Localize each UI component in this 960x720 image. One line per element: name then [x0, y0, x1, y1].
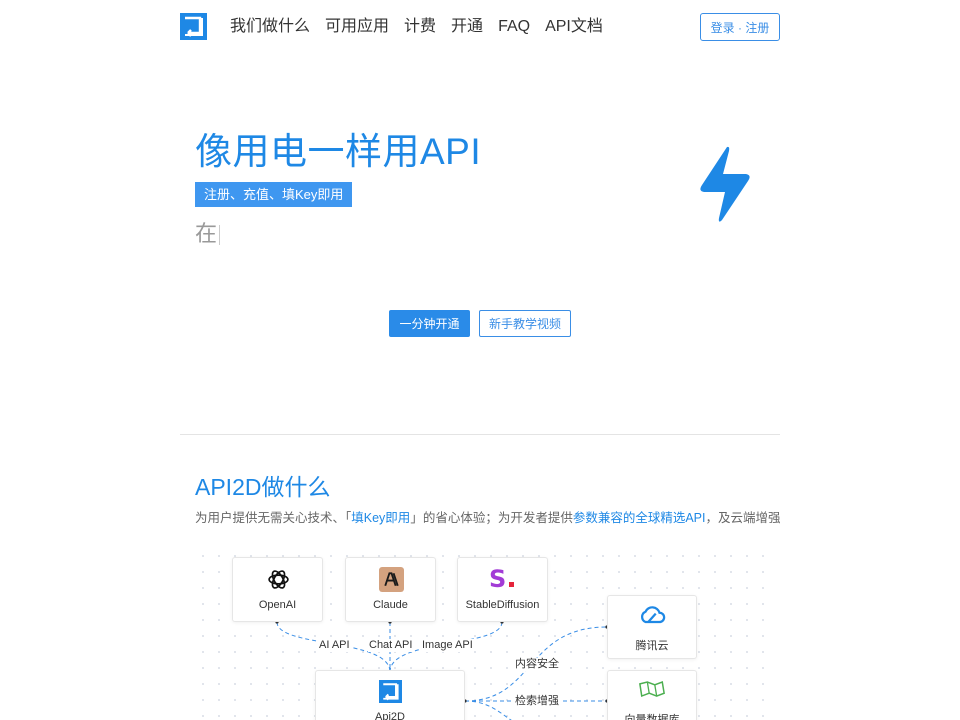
claude-icon [379, 567, 404, 592]
api2d-node-icon [379, 680, 402, 703]
node-tencent-cloud: 腾讯云 [607, 595, 697, 659]
openai-label: OpenAI [258, 599, 297, 611]
nav-activate[interactable]: 开通 [451, 17, 483, 37]
typing-caret [219, 225, 221, 246]
desc-part-2: 」的省心体验；为开发者提供 [410, 511, 573, 525]
main-nav: 我们做什么 可用应用 计费 开通 FAQ API文档 [230, 17, 618, 37]
nav-available-apps[interactable]: 可用应用 [325, 17, 389, 37]
node-claude: Claude [345, 557, 436, 622]
stable-diffusion-label: StableDiffusion [465, 599, 540, 611]
vector-db-icon [639, 681, 665, 698]
node-stable-diffusion: S StableDiffusion [457, 557, 548, 622]
hero-typing-text: 在 [195, 220, 221, 248]
desc-highlight-global-api: 参数兼容的全球精选API [572, 511, 706, 525]
svg-text:S: S [489, 566, 506, 592]
tutorial-video-button[interactable]: 新手教学视频 [479, 310, 571, 337]
node-openai: OpenAI [232, 557, 323, 622]
node-api2d: Api2D [315, 670, 465, 720]
nav-pricing[interactable]: 计费 [404, 17, 436, 37]
desc-part-3: ，及云端增强 [705, 511, 781, 525]
nav-api-docs[interactable]: API文档 [545, 17, 603, 37]
login-register-button[interactable]: 登录 · 注册 [700, 13, 780, 41]
claude-label: Claude [373, 599, 408, 611]
section-description: 为用户提供无需关心技术、「填Key即用」的省心体验；为开发者提供参数兼容的全球精… [195, 509, 781, 527]
tencent-cloud-label: 腾讯云 [635, 640, 669, 652]
nav-what-we-do[interactable]: 我们做什么 [230, 17, 310, 37]
nav-faq[interactable]: FAQ [498, 17, 530, 37]
desc-highlight-fill-key: 填Key即用 [351, 511, 411, 525]
hero-badge: 注册、充值、填Key即用 [195, 182, 353, 207]
edge-label-ai-api: AI API [318, 639, 351, 652]
edge-label-image-api: Image API [421, 639, 474, 652]
site-header: 我们做什么 可用应用 计费 开通 FAQ API文档 登录 · 注册 [0, 0, 960, 56]
vector-db-label: 向量数据库 [624, 714, 680, 720]
edge-label-content-safety: 内容安全 [514, 658, 560, 671]
typing-text: 在 [195, 221, 218, 246]
lightning-bolt-icon [700, 146, 750, 222]
architecture-diagram: OpenAI Claude S StableDiffusion AI API C… [195, 548, 765, 720]
section-title: API2D做什么 [195, 474, 331, 500]
desc-part-1: 为用户提供无需关心技术、「 [195, 511, 352, 525]
hero-title: 像用电一样用API [195, 131, 482, 172]
edge-label-retrieval: 检索增强 [514, 695, 560, 708]
tencent-cloud-icon [641, 606, 666, 624]
edge-label-chat-api: Chat API [368, 639, 414, 652]
node-vector-db: 向量数据库 [607, 670, 697, 720]
api2d-label: Api2D [375, 711, 405, 720]
stable-diffusion-icon: S [489, 566, 514, 592]
api2d-logo-icon[interactable] [180, 13, 207, 40]
openai-icon [268, 570, 289, 589]
quick-activate-button[interactable]: 一分钟开通 [389, 310, 470, 337]
section-divider [180, 434, 780, 435]
